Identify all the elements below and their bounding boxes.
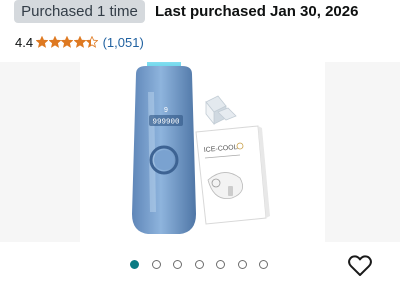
gallery-dot[interactable] <box>173 260 182 269</box>
star-icon <box>86 36 99 48</box>
svg-text:9: 9 <box>164 107 168 114</box>
rating-value: 4.4 <box>15 34 34 50</box>
device-illustration: 9 999900 <box>132 62 196 234</box>
last-purchased-text: Last purchased Jan 30, 2026 <box>155 3 359 20</box>
rating-count-link[interactable]: (1,051) <box>103 35 144 50</box>
purchased-count-badge: Purchased 1 time <box>14 0 145 23</box>
gallery-dot[interactable] <box>151 260 161 269</box>
product-image-gallery[interactable]: 9 999900 ICE-COOL <box>0 62 400 242</box>
star-rating <box>36 36 99 48</box>
star-icon <box>61 36 74 48</box>
heart-outline-icon[interactable] <box>348 255 372 277</box>
gallery-dot[interactable] <box>259 260 268 269</box>
product-image: 9 999900 ICE-COOL <box>0 62 400 242</box>
gallery-dot[interactable] <box>216 260 225 269</box>
purchase-history-row: Purchased 1 time Last purchased Jan 30, … <box>8 0 400 26</box>
product-box-illustration: ICE-COOL <box>195 125 270 225</box>
device-display: 999900 <box>152 119 180 127</box>
gallery-dot[interactable] <box>194 260 204 269</box>
rating-summary[interactable]: 4.4 (1,051) <box>15 32 144 52</box>
star-icon <box>48 36 61 48</box>
gallery-dot[interactable] <box>237 260 247 269</box>
gallery-pagination[interactable] <box>130 260 281 269</box>
star-icon <box>36 36 49 48</box>
gallery-dot[interactable] <box>130 260 139 269</box>
star-icon <box>73 36 86 48</box>
